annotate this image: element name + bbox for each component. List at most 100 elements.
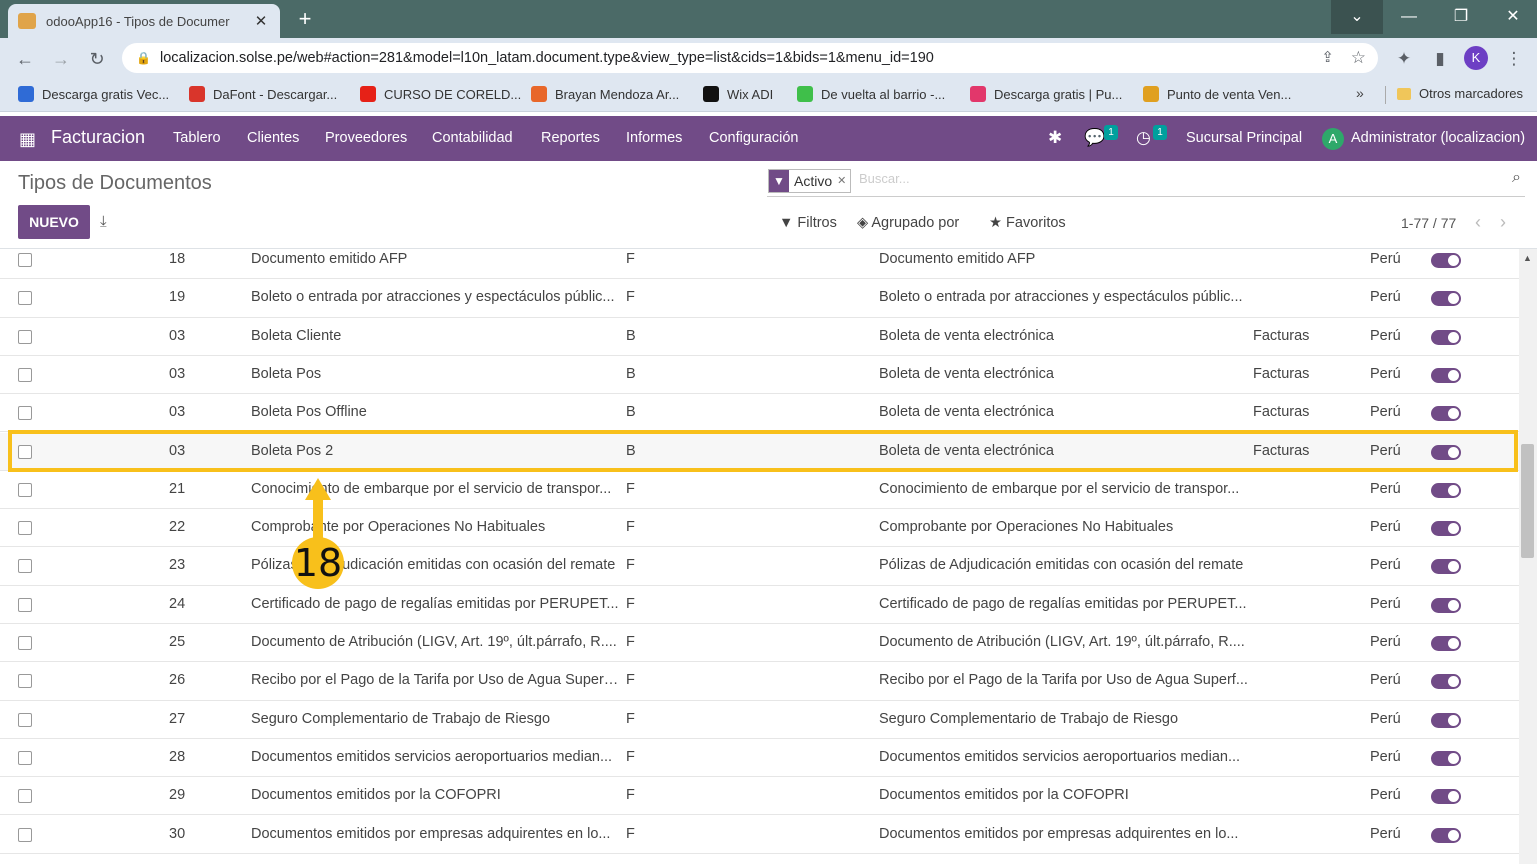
row-checkbox[interactable]: [18, 291, 32, 306]
group-by-button[interactable]: ◈ Agrupado por: [857, 215, 959, 231]
close-tab-icon[interactable]: ✕: [252, 12, 270, 30]
active-toggle[interactable]: [1431, 674, 1461, 690]
close-window-button[interactable]: ✕: [1487, 0, 1537, 34]
table-row[interactable]: 26 Recibo por el Pago de la Tarifa por Us…: [0, 662, 1519, 701]
table-row[interactable]: 27 Seguro Complementario de Trabajo de Ri…: [0, 701, 1519, 739]
row-checkbox[interactable]: [18, 827, 32, 842]
bookmark-item[interactable]: Descarga gratis | Pu...: [970, 86, 1122, 102]
row-checkbox[interactable]: [18, 329, 32, 344]
company-switcher[interactable]: Sucursal Principal: [1186, 130, 1302, 146]
bookmark-item[interactable]: Punto de venta Ven...: [1143, 86, 1291, 102]
table-row[interactable]: 03 Boleta Cliente B Boleta de venta electró…: [0, 318, 1519, 356]
bookmark-item[interactable]: DaFont - Descargar...: [189, 86, 337, 102]
pager-previous-icon[interactable]: ‹: [1475, 212, 1481, 233]
active-toggle[interactable]: [1431, 827, 1461, 843]
pager-value[interactable]: 1-77 / 77: [1401, 215, 1456, 231]
extensions-puzzle-icon[interactable]: ✦: [1392, 47, 1416, 71]
row-checkbox[interactable]: [18, 712, 32, 727]
active-toggle[interactable]: [1431, 789, 1461, 805]
bookmark-item[interactable]: Wix ADI: [703, 86, 773, 102]
table-row[interactable]: 25 Documento de Atribución (LIGV, Art. 19…: [0, 624, 1519, 663]
menu-contabilidad[interactable]: Contabilidad: [432, 130, 513, 146]
bookmark-item[interactable]: CURSO DE CORELD...: [360, 86, 521, 102]
row-checkbox[interactable]: [18, 597, 32, 612]
debug-bug-icon[interactable]: ✱: [1048, 128, 1062, 148]
row-checkbox[interactable]: [18, 750, 32, 765]
pager-next-icon[interactable]: ›: [1500, 212, 1506, 233]
row-checkbox[interactable]: [18, 367, 32, 382]
table-row[interactable]: 03 Boleta Pos B Boleta de venta electrónica…: [0, 356, 1519, 395]
more-bookmarks-icon[interactable]: »: [1356, 85, 1364, 101]
activities-clock-icon[interactable]: ◷: [1136, 128, 1151, 148]
row-checkbox[interactable]: [18, 444, 32, 459]
search-input[interactable]: [859, 171, 1459, 186]
other-bookmarks[interactable]: Otros marcadores: [1397, 86, 1523, 101]
bookmark-item[interactable]: Descarga gratis Vec...: [18, 86, 169, 102]
remove-facet-icon[interactable]: ✕: [837, 170, 850, 192]
browser-tab[interactable]: odooApp16 - Tipos de Documer ✕: [8, 4, 280, 38]
search-facet[interactable]: ▼ Activo ✕: [768, 169, 852, 193]
row-checkbox[interactable]: [18, 636, 32, 650]
active-toggle[interactable]: [1431, 559, 1461, 575]
active-toggle[interactable]: [1431, 329, 1461, 345]
menu-clientes[interactable]: Clientes: [247, 130, 299, 146]
browser-menu-icon[interactable]: ⋮: [1502, 47, 1526, 71]
active-toggle[interactable]: [1431, 406, 1461, 422]
user-avatar[interactable]: A: [1322, 128, 1344, 150]
row-checkbox[interactable]: [18, 789, 32, 804]
profile-avatar[interactable]: K: [1464, 46, 1488, 70]
reload-icon[interactable]: ↻: [84, 46, 110, 72]
restore-window-button[interactable]: ❐: [1435, 0, 1487, 34]
app-grid-icon[interactable]: ▦: [19, 129, 36, 150]
row-checkbox[interactable]: [18, 559, 32, 574]
active-toggle[interactable]: [1431, 636, 1461, 651]
active-toggle[interactable]: [1431, 750, 1461, 766]
forward-arrow-icon[interactable]: →: [48, 46, 74, 72]
table-row[interactable]: 21 Conocimiento de embarque por el servic…: [0, 471, 1519, 510]
menu-proveedores[interactable]: Proveedores: [325, 130, 407, 146]
address-bar[interactable]: 🔒 localizacion.solse.pe/web#action=281&m…: [122, 43, 1378, 73]
active-toggle[interactable]: [1431, 482, 1461, 498]
active-toggle[interactable]: [1431, 253, 1461, 268]
table-row[interactable]: 23 Pólizas de Adjudicación emitidas con o…: [0, 547, 1519, 586]
active-toggle[interactable]: [1431, 367, 1461, 383]
active-toggle[interactable]: [1431, 444, 1461, 460]
user-menu[interactable]: Administrator (localizacion): [1351, 130, 1525, 146]
active-toggle[interactable]: [1431, 521, 1461, 537]
menu-configuracion[interactable]: Configuración: [709, 130, 798, 146]
table-row[interactable]: 03 Boleta Pos 2 B Boleta de venta electróni…: [0, 432, 1519, 471]
row-checkbox[interactable]: [18, 674, 32, 689]
table-row[interactable]: 22 Comprobante por Operaciones No Habitua…: [0, 509, 1519, 548]
bookmark-star-icon[interactable]: ☆: [1351, 43, 1366, 73]
new-tab-button[interactable]: +: [292, 6, 318, 32]
bookmark-item[interactable]: Brayan Mendoza Ar...: [531, 86, 679, 102]
table-row[interactable]: 24 Certificado de pago de regalías emitid…: [0, 586, 1519, 624]
row-checkbox[interactable]: [18, 482, 32, 497]
minimize-window-button[interactable]: —: [1383, 0, 1435, 34]
active-toggle[interactable]: [1431, 291, 1461, 307]
row-checkbox[interactable]: [18, 406, 32, 421]
messages-chat-icon[interactable]: 💬: [1084, 128, 1105, 148]
app-name[interactable]: Facturacion: [51, 127, 145, 148]
active-toggle[interactable]: [1431, 712, 1461, 728]
back-arrow-icon[interactable]: ←: [12, 46, 38, 72]
menu-reportes[interactable]: Reportes: [541, 130, 600, 146]
search-icon[interactable]: ⌕: [1512, 169, 1521, 187]
row-checkbox[interactable]: [18, 521, 32, 536]
table-row[interactable]: 19 Boleto o entrada por atracciones y esp…: [0, 279, 1519, 318]
side-panel-icon[interactable]: ▮: [1428, 47, 1452, 71]
scrollbar-thumb[interactable]: [1521, 444, 1534, 558]
row-checkbox[interactable]: [18, 253, 32, 267]
menu-tablero[interactable]: Tablero: [173, 130, 221, 146]
favorites-button[interactable]: ★ Favoritos: [989, 215, 1066, 231]
share-icon[interactable]: ⇪: [1321, 43, 1334, 73]
scroll-up-icon[interactable]: ▲: [1523, 253, 1532, 263]
table-row[interactable]: 29 Documentos emitidos por la COFOPRI F Doc…: [0, 777, 1519, 816]
download-icon[interactable]: ⤓: [100, 213, 107, 230]
vertical-scrollbar[interactable]: ▲: [1519, 249, 1537, 864]
active-toggle[interactable]: [1431, 597, 1461, 613]
table-row[interactable]: 03 Boleta Pos Offline B Boleta de venta ele…: [0, 394, 1519, 433]
table-row[interactable]: 28 Documentos emitidos servicios aeroport…: [0, 739, 1519, 778]
menu-informes[interactable]: Informes: [626, 130, 682, 146]
bookmark-item[interactable]: De vuelta al barrio -...: [797, 86, 945, 102]
